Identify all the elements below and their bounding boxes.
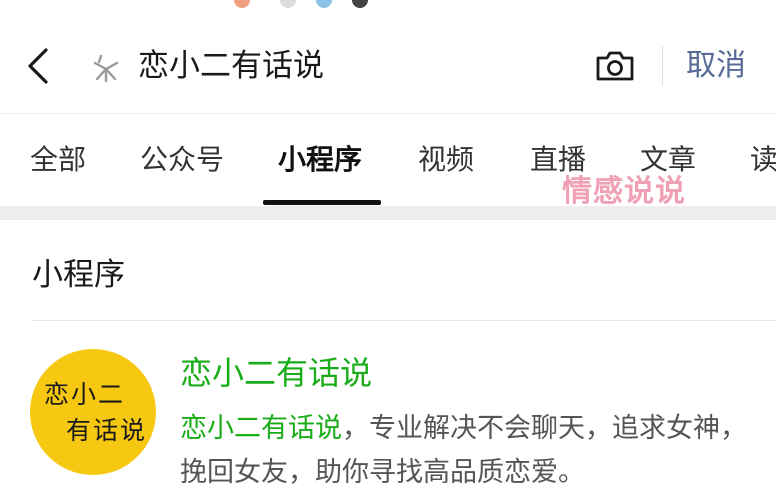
active-tab-indicator [263, 200, 381, 205]
tab-mini-programs[interactable]: 小程序 [278, 138, 362, 182]
avatar-text-line1: 恋小二 [44, 380, 126, 409]
section-separator [0, 206, 776, 220]
search-header: 恋小二有话说 取消 [0, 18, 776, 114]
camera-icon [596, 51, 634, 81]
mini-program-name[interactable]: 恋小二有话说 [180, 351, 372, 395]
mini-program-result[interactable]: 恋小二 有话说 恋小二有话说 恋小二有话说，专业解决不会聊天，追求女神，挽回女友… [0, 321, 776, 500]
description-highlight: 恋小二有话说 [180, 413, 342, 444]
status-icon [280, 0, 296, 8]
section-title: 小程序 [32, 257, 125, 293]
category-tabs: 全部 公众号 小程序 视频 直播 文章 读 情感说说 [0, 114, 776, 206]
camera-button[interactable] [592, 46, 638, 86]
status-icon [234, 0, 250, 8]
status-bar-remnant [0, 0, 776, 18]
mini-program-description: 恋小二有话说，专业解决不会聊天，追求女神，挽回女友，助你寻找高品质恋爱。 [180, 407, 750, 495]
header-divider [662, 46, 663, 86]
back-button[interactable] [18, 44, 58, 88]
chevron-left-icon [28, 48, 48, 84]
avatar-text-line2: 有话说 [66, 416, 148, 445]
tab-videos[interactable]: 视频 [418, 138, 474, 182]
status-icon [352, 0, 368, 8]
tab-reading[interactable]: 读 [750, 138, 776, 182]
mini-program-avatar[interactable]: 恋小二 有话说 [30, 349, 156, 475]
search-input[interactable]: 恋小二有话说 [138, 44, 324, 88]
tab-official-accounts[interactable]: 公众号 [140, 138, 224, 182]
status-icon [316, 0, 332, 8]
tab-all[interactable]: 全部 [30, 138, 86, 182]
sparkle-search-icon [93, 54, 119, 83]
watermark: 情感说说 [562, 174, 686, 206]
cancel-button[interactable]: 取消 [686, 44, 746, 88]
